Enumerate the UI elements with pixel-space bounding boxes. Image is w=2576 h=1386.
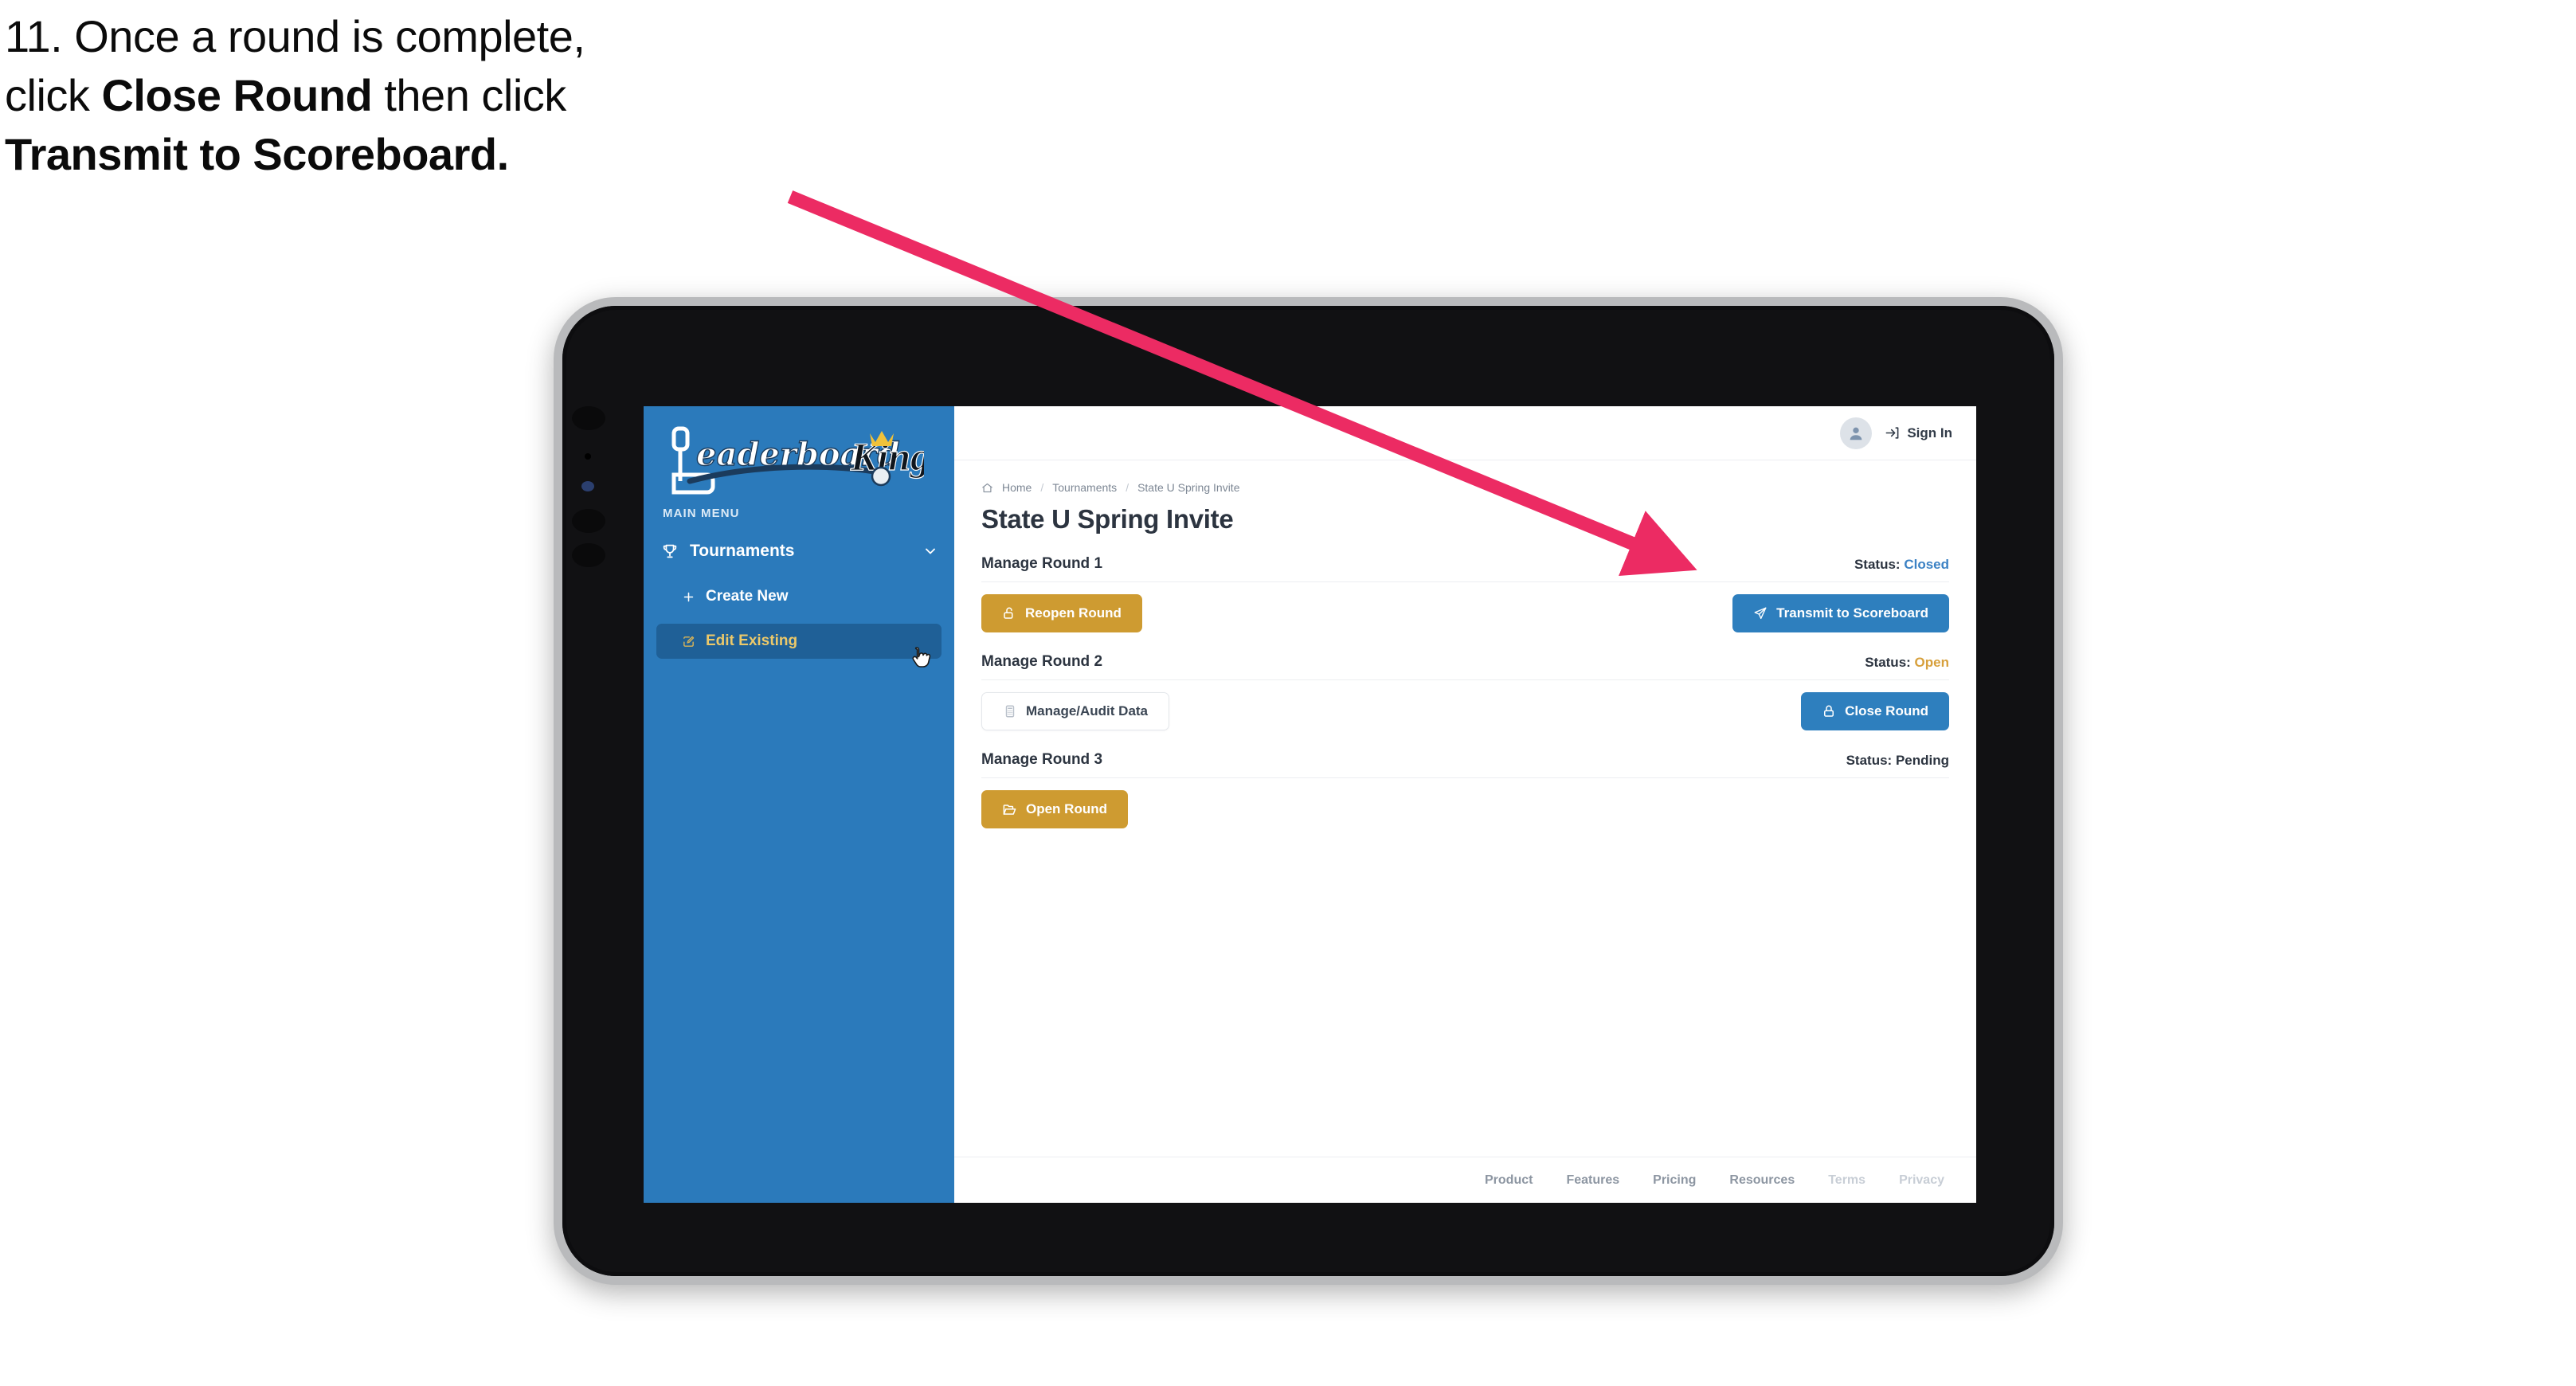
app-sidebar: eaderboard King MAIN MENU Tournaments Cr…	[644, 406, 954, 1203]
round-3-divider	[981, 777, 1949, 778]
main-content: Sign In Home / Tournaments / State U Spr…	[954, 406, 1976, 1203]
caption-line-2-pre: click	[5, 70, 102, 120]
round-2-status-value: Open	[1914, 655, 1949, 670]
brand-logo[interactable]: eaderboard King	[644, 406, 954, 500]
user-avatar-icon[interactable]	[1840, 417, 1873, 449]
app-footer: Product Features Pricing Resources Terms…	[954, 1157, 1976, 1203]
page-title: State U Spring Invite	[981, 504, 1234, 534]
trophy-icon	[661, 542, 679, 560]
open-round-label: Open Round	[1026, 801, 1107, 816]
sidebar-item-tournaments-label: Tournaments	[690, 542, 795, 560]
sign-in-button[interactable]: Sign In	[1885, 425, 1952, 441]
breadcrumb-home[interactable]: Home	[1002, 481, 1032, 494]
round-2-name: Manage Round 2	[981, 653, 1103, 670]
round-3-status: Status: Pending	[1846, 753, 1949, 769]
edit-square-icon	[682, 635, 695, 648]
login-arrow-icon	[1885, 425, 1900, 440]
transmit-to-scoreboard-button[interactable]: Transmit to Scoreboard	[1732, 594, 1949, 632]
plus-icon	[682, 590, 695, 604]
round-1-name: Manage Round 1	[981, 555, 1103, 572]
round-1-divider	[981, 581, 1949, 582]
tablet-side-button-top	[572, 406, 605, 430]
tablet-screen: eaderboard King MAIN MENU Tournaments Cr…	[644, 406, 1976, 1203]
sidebar-item-create-new[interactable]: Create New	[656, 579, 942, 614]
footer-link-privacy[interactable]: Privacy	[1899, 1173, 1944, 1188]
round-2-status-label: Status:	[1865, 655, 1911, 670]
footer-link-pricing[interactable]: Pricing	[1653, 1173, 1696, 1188]
reopen-round-button[interactable]: Reopen Round	[981, 594, 1142, 632]
round-3-status-label: Status:	[1846, 753, 1893, 768]
sidebar-item-edit-existing-label: Edit Existing	[706, 632, 798, 649]
instruction-caption: 11. Once a round is complete, click Clos…	[5, 14, 881, 191]
round-1-status-label: Status:	[1854, 557, 1901, 572]
home-icon	[981, 482, 993, 494]
tablet-side-button-low	[572, 543, 605, 567]
footer-link-product[interactable]: Product	[1485, 1173, 1533, 1188]
lock-icon	[1822, 704, 1836, 718]
reopen-round-label: Reopen Round	[1025, 605, 1122, 621]
footer-link-terms[interactable]: Terms	[1828, 1173, 1865, 1188]
caption-line-1: 11. Once a round is complete,	[5, 11, 585, 61]
manage-audit-data-button[interactable]: Manage/Audit Data	[981, 692, 1170, 730]
close-round-button[interactable]: Close Round	[1801, 692, 1949, 730]
breadcrumb-current: State U Spring Invite	[1137, 481, 1240, 494]
round-section-3: Manage Round 3 Status: Pending Open Roun…	[981, 751, 1949, 828]
round-1-status-value: Closed	[1904, 557, 1949, 572]
transmit-to-scoreboard-label: Transmit to Scoreboard	[1776, 605, 1928, 621]
manage-audit-data-label: Manage/Audit Data	[1026, 703, 1149, 718]
screenshot-root: 11. Once a round is complete, click Clos…	[0, 0, 2576, 1386]
open-folder-icon	[1002, 802, 1017, 817]
tablet-sensor-dot	[585, 453, 591, 460]
round-3-name: Manage Round 3	[981, 751, 1103, 768]
caption-line-3-bold: Transmit to Scoreboard.	[5, 129, 509, 179]
tablet-device-frame: eaderboard King MAIN MENU Tournaments Cr…	[554, 297, 2063, 1285]
round-2-status: Status: Open	[1865, 655, 1949, 671]
sidebar-item-edit-existing[interactable]: Edit Existing	[656, 624, 942, 659]
breadcrumb-separator-1: /	[1040, 481, 1044, 494]
footer-link-resources[interactable]: Resources	[1729, 1173, 1795, 1188]
breadcrumb-tournaments[interactable]: Tournaments	[1052, 481, 1117, 494]
sidebar-item-create-new-label: Create New	[706, 588, 789, 605]
tablet-side-button-mid	[572, 509, 605, 533]
round-1-status: Status: Closed	[1854, 557, 1949, 573]
tablet-camera-lens-icon	[581, 481, 594, 491]
round-3-status-value: Pending	[1895, 753, 1949, 768]
unlock-icon	[1002, 606, 1016, 621]
caption-line-2-bold: Close Round	[101, 70, 373, 120]
calculator-icon	[1003, 704, 1017, 718]
chevron-down-icon[interactable]	[922, 543, 938, 559]
app-topbar: Sign In	[954, 406, 1976, 460]
paper-plane-icon	[1753, 606, 1768, 621]
sidebar-item-tournaments[interactable]: Tournaments	[644, 533, 954, 570]
close-round-label: Close Round	[1845, 703, 1928, 718]
round-section-2: Manage Round 2 Status: Open Manage/Audit…	[981, 653, 1949, 730]
round-2-divider	[981, 679, 1949, 680]
breadcrumb: Home / Tournaments / State U Spring Invi…	[981, 481, 1949, 494]
footer-link-features[interactable]: Features	[1566, 1173, 1619, 1188]
sidebar-section-label: MAIN MENU	[663, 507, 740, 520]
open-round-button[interactable]: Open Round	[981, 790, 1128, 828]
breadcrumb-separator-2: /	[1126, 481, 1129, 494]
round-section-1: Manage Round 1 Status: Closed Reopen Rou…	[981, 555, 1949, 632]
sign-in-label: Sign In	[1907, 425, 1952, 440]
caption-line-2-post: then click	[372, 70, 566, 120]
content-body: Home / Tournaments / State U Spring Invi…	[954, 460, 1976, 1157]
